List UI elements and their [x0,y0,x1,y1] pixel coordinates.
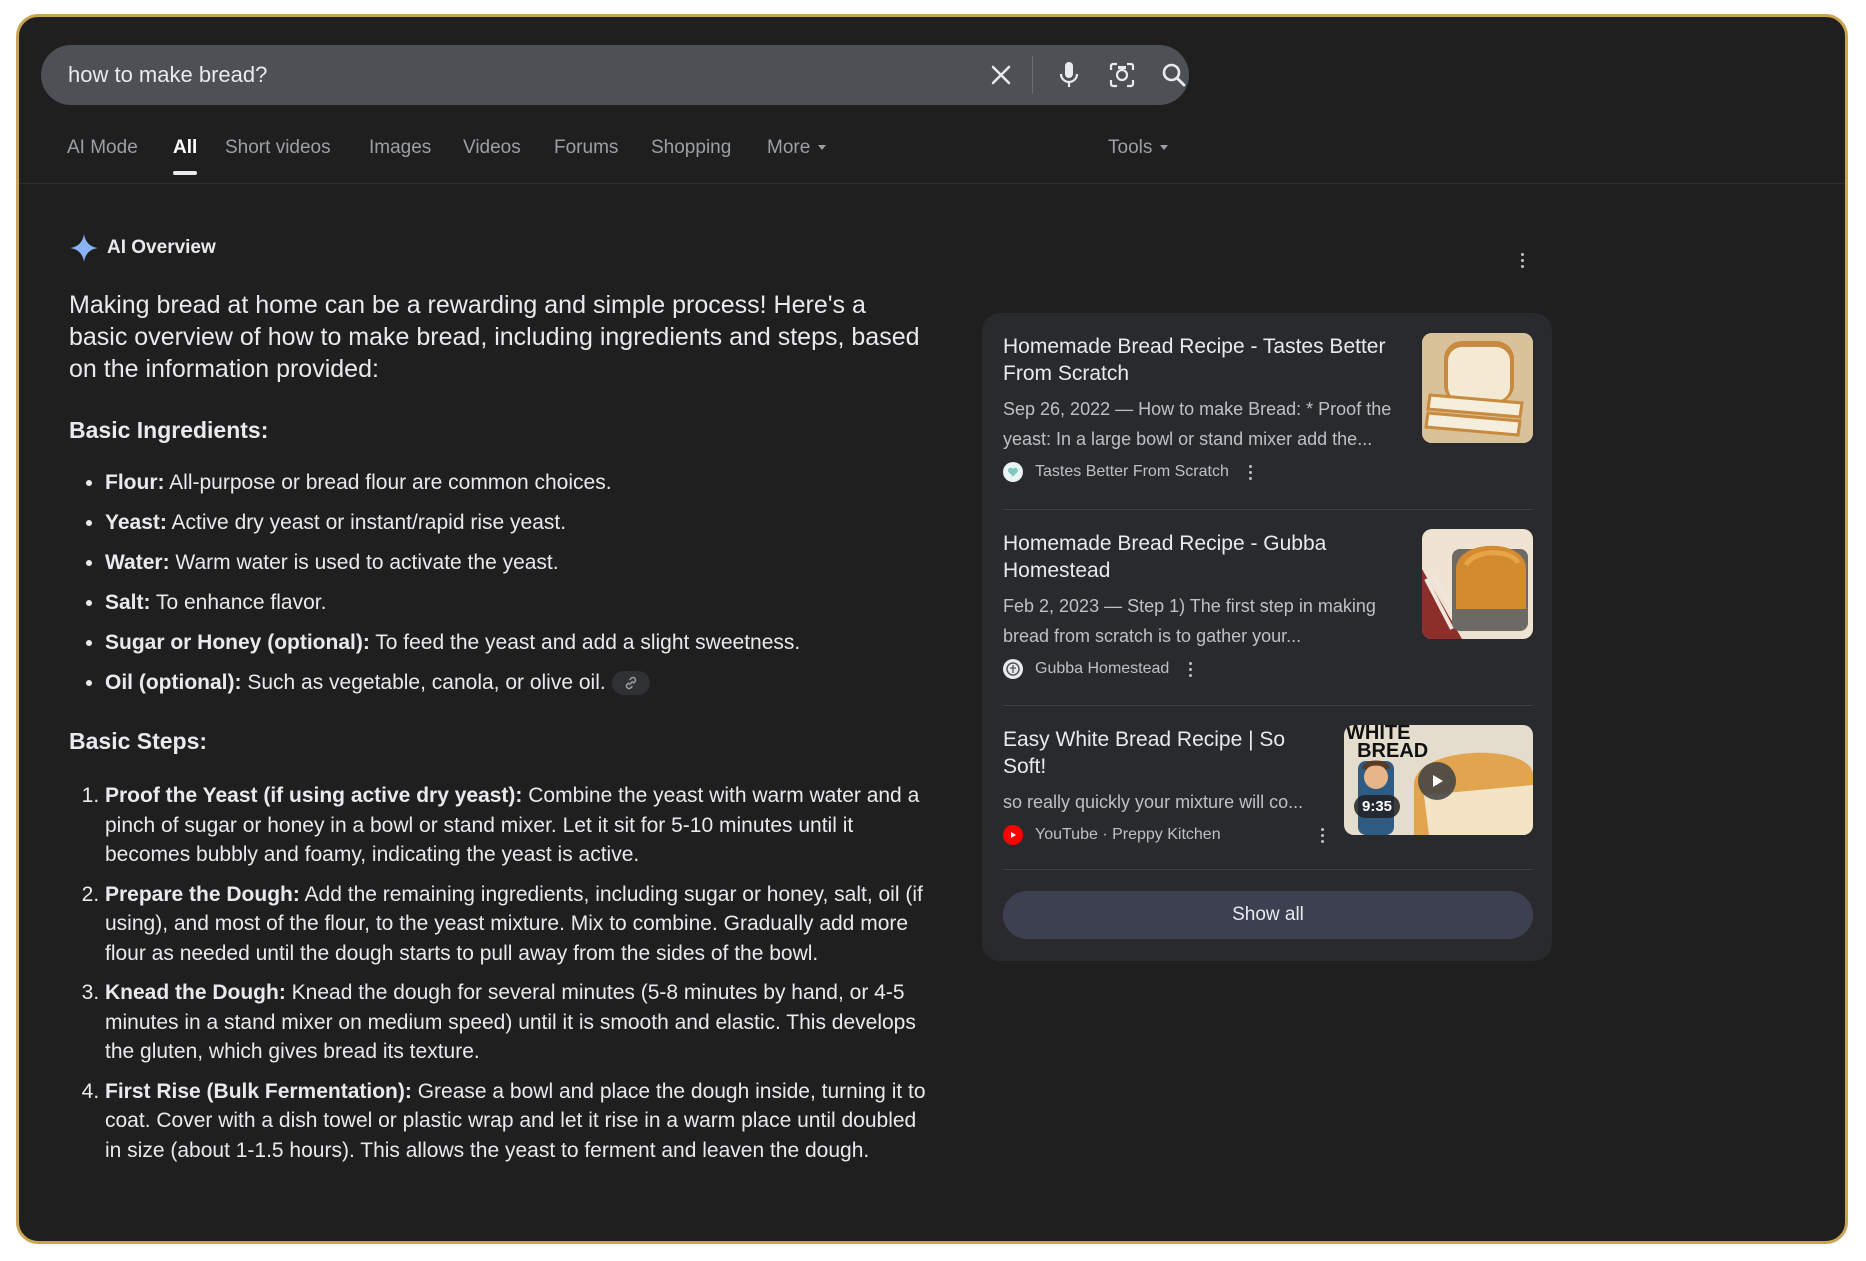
search-bar[interactable]: how to make bread? [41,45,1189,105]
ingredient-term: Sugar or Honey (optional): [105,631,370,654]
youtube-favicon-icon [1003,825,1023,845]
step-term: Knead the Dough: [105,981,286,1004]
more-options-icon[interactable] [1248,464,1252,480]
ingredient-text: To feed the yeast and add a slight sweet… [369,631,801,654]
source-site-name: Gubba Homestead [1035,660,1170,677]
gubba-favicon-icon [1003,659,1023,679]
video-thumbnail[interactable]: WHITE BREAD 9:35 [1344,725,1533,835]
more-options-icon[interactable] [1521,243,1524,268]
list-item: Prepare the Dough: Add the remaining ing… [105,880,929,969]
ingredient-text: Active dry yeast or instant/rapid rise y… [166,511,567,534]
source-snippet: Sep 26, 2022 — How to make Bread: * Proo… [1003,399,1392,449]
lens-camera-icon[interactable] [1107,60,1137,90]
ingredient-text: Warm water is used to activate the yeast… [169,551,559,574]
ai-overview-header: AI Overview [69,233,216,263]
ingredient-term: Yeast: [105,511,167,534]
play-icon[interactable] [1418,762,1456,800]
step-term: Proof the Yeast (if using active dry yea… [105,784,523,807]
ingredient-term: Water: [105,551,170,574]
divider [1003,509,1533,510]
source-site: Gubba Homestead [1003,659,1403,679]
tab-forums[interactable]: Forums [554,125,618,181]
divider [1003,869,1533,870]
bread-loaf-thumbnail[interactable] [1422,333,1533,443]
browser-frame: how to make bread? AI Mode All Short vid… [16,14,1848,1244]
steps-heading: Basic Steps: [69,728,208,754]
video-thumb-text: WHITE BREAD [1346,725,1429,762]
ai-overview-body: Making bread at home can be a rewarding … [69,289,929,1175]
source-card[interactable]: Homemade Bread Recipe - Gubba Homestead … [1003,530,1403,679]
source-site: Tastes Better From Scratch [1003,462,1403,482]
tab-videos[interactable]: Videos [463,125,521,181]
video-duration-badge: 9:35 [1354,795,1401,818]
list-item: Oil (optional): Such as vegetable, canol… [105,670,929,696]
list-item: Sugar or Honey (optional): To feed the y… [105,630,929,656]
ai-spark-icon [70,234,98,262]
source-link-button[interactable] [611,671,650,696]
clear-icon[interactable] [986,60,1016,90]
heart-favicon-icon [1003,462,1023,482]
search-divider [1032,56,1033,94]
show-all-button[interactable]: Show all [1003,891,1533,939]
step-term: Prepare the Dough: [105,882,300,906]
ingredients-heading: Basic Ingredients: [69,417,269,443]
list-item: Water: Warm water is used to activate th… [105,550,929,576]
more-options-icon[interactable] [1320,827,1324,843]
tools-label: Tools [1108,137,1153,158]
tab-more-label: More [767,137,811,158]
source-title[interactable]: Homemade Bread Recipe - Gubba Homestead [1003,530,1403,584]
chevron-down-icon [1160,145,1169,151]
tab-shopping[interactable]: Shopping [651,125,731,181]
tab-short-videos[interactable]: Short videos [225,125,331,181]
ingredient-text: Such as vegetable, canola, or olive oil. [241,671,606,694]
source-title[interactable]: Easy White Bread Recipe | So Soft! [1003,726,1333,780]
list-item: Flour: All-purpose or bread flour are co… [105,470,929,496]
ingredient-term: Flour: [105,471,165,494]
source-title[interactable]: Homemade Bread Recipe - Tastes Better Fr… [1003,333,1403,387]
ingredient-term: Salt: [105,591,151,614]
search-icon[interactable] [1159,60,1189,90]
microphone-icon[interactable] [1054,60,1084,90]
sources-panel: Homemade Bread Recipe - Tastes Better Fr… [982,313,1552,961]
source-card[interactable]: Easy White Bread Recipe | So Soft! so re… [1003,726,1333,845]
source-site-name: Tastes Better From Scratch [1035,463,1229,480]
step-term: First Rise (Bulk Fermentation): [105,1079,412,1103]
steps-list: Proof the Yeast (if using active dry yea… [69,781,929,1165]
list-item: Yeast: Active dry yeast or instant/rapid… [105,510,929,536]
source-card[interactable]: Homemade Bread Recipe - Tastes Better Fr… [1003,333,1403,482]
chevron-down-icon [818,145,827,151]
ai-overview-label: AI Overview [107,237,216,258]
source-snippet: Feb 2, 2023 — Step 1) The first step in … [1003,596,1376,646]
bread-pan-thumbnail[interactable] [1422,529,1533,639]
list-item: Proof the Yeast (if using active dry yea… [105,781,929,870]
ai-overview-intro: Making bread at home can be a rewarding … [69,291,920,383]
ingredients-list: Flour: All-purpose or bread flour are co… [69,470,929,696]
source-site: YouTube · Preppy Kitchen [1003,825,1333,845]
source-snippet: so really quickly your mixture will co..… [1003,792,1304,812]
ingredient-text: To enhance flavor. [150,591,327,614]
tab-more[interactable]: More [767,125,827,181]
list-item: First Rise (Bulk Fermentation): Grease a… [105,1077,929,1166]
list-item: Salt: To enhance flavor. [105,590,929,616]
search-tabs: AI Mode All Short videos Images Videos F… [19,125,1845,184]
divider [1003,705,1533,706]
tools-button[interactable]: Tools [1108,125,1169,181]
search-input[interactable]: how to make bread? [68,45,267,105]
more-options-icon[interactable] [1189,661,1193,677]
source-site-name: YouTube · Preppy Kitchen [1035,826,1221,843]
ingredient-text: All-purpose or bread flour are common ch… [164,471,612,494]
tab-all[interactable]: All [173,125,198,181]
link-icon [625,677,636,690]
ingredient-term: Oil (optional): [105,671,242,694]
tab-ai-mode[interactable]: AI Mode [67,125,138,181]
tab-images[interactable]: Images [369,125,431,181]
list-item: Knead the Dough: Knead the dough for sev… [105,978,929,1067]
